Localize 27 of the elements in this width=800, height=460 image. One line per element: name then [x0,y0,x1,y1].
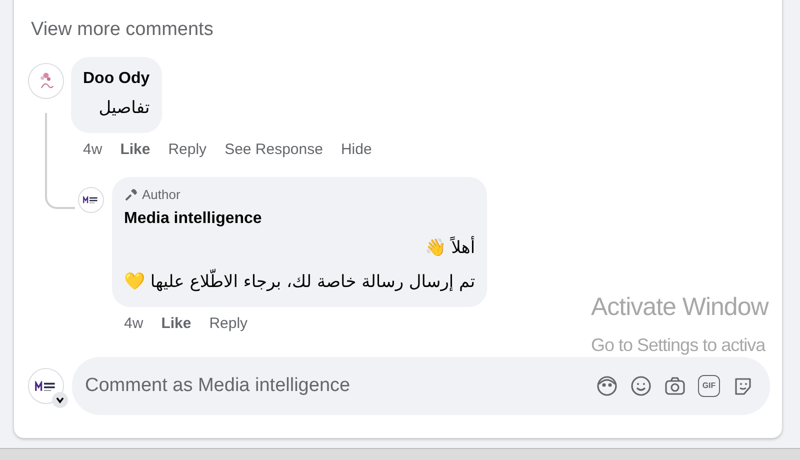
activation-watermark-text: Go to Settings to activa [591,334,767,357]
comment-action-link[interactable]: Reply [209,312,248,335]
microphone-icon [124,188,138,202]
comment-action-link[interactable]: Like [161,312,192,335]
media-logo-icon [35,380,57,392]
comment-action-link[interactable]: Hide [340,138,372,161]
avatar-sticker-icon[interactable] [596,375,618,397]
comment-text: أهلاً 👋 [424,235,476,260]
sticker-icon[interactable] [732,375,754,397]
media-logo-icon [83,196,99,204]
comment-author[interactable]: Doo Ody [83,66,150,90]
dropdown-chevron-icon[interactable] [52,392,68,408]
emoji-icon[interactable] [630,375,652,397]
comment-time: 4w [83,140,102,160]
comment-input-field[interactable]: Comment as Media intelligence GIF [72,357,770,415]
comment-time: 4w [124,314,144,334]
comment-action-link[interactable]: See Response [224,138,323,161]
comment-action-link[interactable]: Like [120,138,150,161]
view-more-comments-link[interactable]: View more comments [31,16,214,44]
gif-button[interactable]: GIF [698,375,720,397]
activation-watermark-title: Activate Window [591,292,768,323]
comment-text: تفاصيل [98,96,150,120]
comment-text: تم إرسال رسالة خاصة لك، برجاء الاطّلاع عليها 💛 [124,264,476,298]
camera-icon[interactable] [664,375,686,397]
comment-action-link[interactable]: Reply [168,138,207,161]
comment-author[interactable]: Media intelligence [124,206,476,230]
author-label: Author [142,186,180,204]
